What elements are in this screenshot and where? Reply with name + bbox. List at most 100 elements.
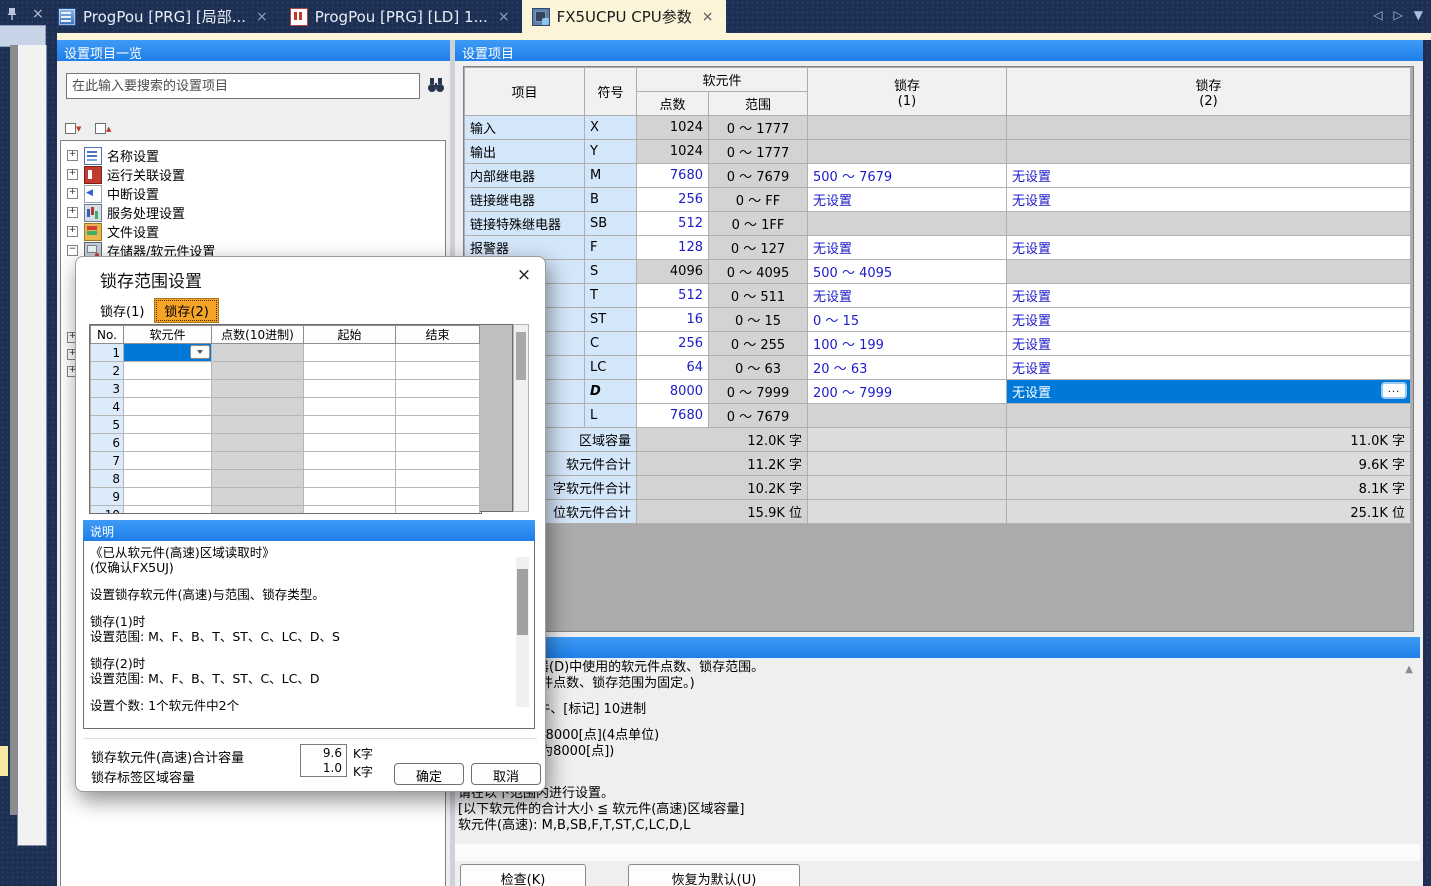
tree-expander-icon[interactable]: + [67,207,78,218]
tree-expander-icon[interactable]: + [67,226,78,237]
document-tab[interactable]: ProgPou [PRG] [LD] 1...× [280,0,522,33]
tree-item[interactable]: +名称设置 [61,146,445,165]
latch1-cell[interactable]: 无设置 [808,236,1007,260]
dock-close-icon[interactable]: × [32,7,44,21]
table-row: 累计定时器ST160 ～ 150 ～ 15无设置 [465,308,1411,332]
device-cell[interactable] [124,506,212,515]
start-cell[interactable] [304,416,396,434]
start-cell[interactable] [304,488,396,506]
end-cell[interactable] [396,398,480,416]
latch1-cell[interactable]: 500 ～ 4095 [808,260,1007,284]
collapse-all-icon[interactable] [65,121,87,137]
end-cell[interactable] [396,344,480,362]
tree-expander-icon[interactable]: − [67,245,78,256]
latch1-cell[interactable]: 500 ～ 7679 [808,164,1007,188]
tab-close-icon[interactable]: × [498,9,510,25]
end-cell[interactable] [396,470,480,488]
points-cell[interactable]: 256 [637,188,709,212]
points-cell[interactable]: 512 [637,212,709,236]
start-cell[interactable] [304,344,396,362]
latch2-cell[interactable]: 无设置... [1007,380,1411,404]
end-cell[interactable] [396,434,480,452]
dropdown-button[interactable] [190,345,210,359]
scroll-up-icon[interactable]: ▲ [1405,664,1413,675]
device-cell[interactable] [124,362,212,380]
latch2-cell[interactable]: 无设置 [1007,284,1411,308]
device-cell[interactable] [124,470,212,488]
end-cell[interactable] [396,452,480,470]
latch2-cell[interactable]: 无设置 [1007,308,1411,332]
points-cell[interactable]: 7680 [637,164,709,188]
latch-tab[interactable]: 锁存(2) [154,298,218,323]
latch2-cell[interactable]: 无设置 [1007,356,1411,380]
start-cell[interactable] [304,362,396,380]
pin-icon[interactable] [6,7,18,21]
latch2-cell[interactable]: 无设置 [1007,188,1411,212]
tree-item[interactable]: +中断设置 [61,184,445,203]
points-cell[interactable]: 256 [637,332,709,356]
points-cell[interactable]: 128 [637,236,709,260]
latch1-cell[interactable]: 100 ～ 199 [808,332,1007,356]
browse-button[interactable]: ... [1381,382,1407,399]
start-cell[interactable] [304,470,396,488]
latch2-cell[interactable]: 无设置 [1007,236,1411,260]
end-cell[interactable] [396,362,480,380]
ok-button[interactable]: 确定 [394,763,464,785]
latch-tab[interactable]: 锁存(1) [90,298,154,323]
start-cell[interactable] [304,434,396,452]
tab-scroll-left-icon[interactable]: ◁ [1373,8,1382,22]
device-cell[interactable] [124,416,212,434]
dock-scrollbar[interactable] [10,45,17,815]
dialog-close-icon[interactable]: × [512,263,536,287]
end-cell[interactable] [396,380,480,398]
device-cell[interactable] [124,398,212,416]
latch1-cell[interactable]: 0 ～ 15 [808,308,1007,332]
latch2-cell[interactable]: 无设置 [1007,164,1411,188]
tree-expander-icon[interactable]: + [67,188,78,199]
points-cell[interactable]: 512 [637,284,709,308]
tab-close-icon[interactable]: × [702,9,714,25]
device-cell[interactable] [124,488,212,506]
search-input[interactable] [66,73,420,99]
tree-item[interactable]: +文件设置 [61,222,445,241]
cancel-button[interactable]: 取消 [471,763,541,785]
device-cell[interactable] [124,344,212,362]
start-cell[interactable] [304,452,396,470]
end-cell[interactable] [396,416,480,434]
tab-close-icon[interactable]: × [256,9,268,25]
points-cell[interactable]: 8000 [637,380,709,404]
tab-scroll-right-icon[interactable]: ▷ [1394,8,1403,22]
start-cell[interactable] [304,506,396,515]
tab-label: ProgPou [PRG] [局部... [83,6,246,27]
latch1-cell[interactable]: 无设置 [808,284,1007,308]
device-cell[interactable] [124,380,212,398]
start-cell[interactable] [304,380,396,398]
latch1-cell[interactable]: 200 ～ 7999 [808,380,1007,404]
restore-default-button[interactable]: 恢复为默认(U) [628,864,800,886]
note-scrollbar[interactable] [516,557,529,707]
tree-item[interactable]: +服务处理设置 [61,203,445,222]
check-button[interactable]: 检查(K) [460,864,586,886]
setting-item-panel: 设置项目 项目符号软元件锁存(1)锁存(2)点数范围输入X10240 ～ 177… [455,40,1423,886]
expand-all-icon[interactable] [95,121,117,137]
tab-list-menu-icon[interactable]: ▼ [1414,8,1423,22]
points-cell[interactable]: 16 [637,308,709,332]
device-cell[interactable] [124,434,212,452]
latch1-cell[interactable]: 无设置 [808,188,1007,212]
points-cell[interactable]: 7680 [637,404,709,428]
grid-scrollbar[interactable] [513,324,529,512]
latch1-cell[interactable]: 20 ～ 63 [808,356,1007,380]
end-cell[interactable] [396,488,480,506]
end-cell[interactable] [396,506,480,515]
search-button[interactable] [423,74,449,98]
dock-panel-header[interactable] [0,25,46,47]
tree-expander-icon[interactable]: + [67,150,78,161]
tree-item[interactable]: +运行关联设置 [61,165,445,184]
document-tab[interactable]: FX5UCPU CPU参数× [522,0,726,33]
start-cell[interactable] [304,398,396,416]
device-cell[interactable] [124,452,212,470]
latch2-cell[interactable]: 无设置 [1007,332,1411,356]
points-cell[interactable]: 64 [637,356,709,380]
document-tab[interactable]: ProgPou [PRG] [局部... × [48,0,280,33]
tree-expander-icon[interactable]: + [67,169,78,180]
